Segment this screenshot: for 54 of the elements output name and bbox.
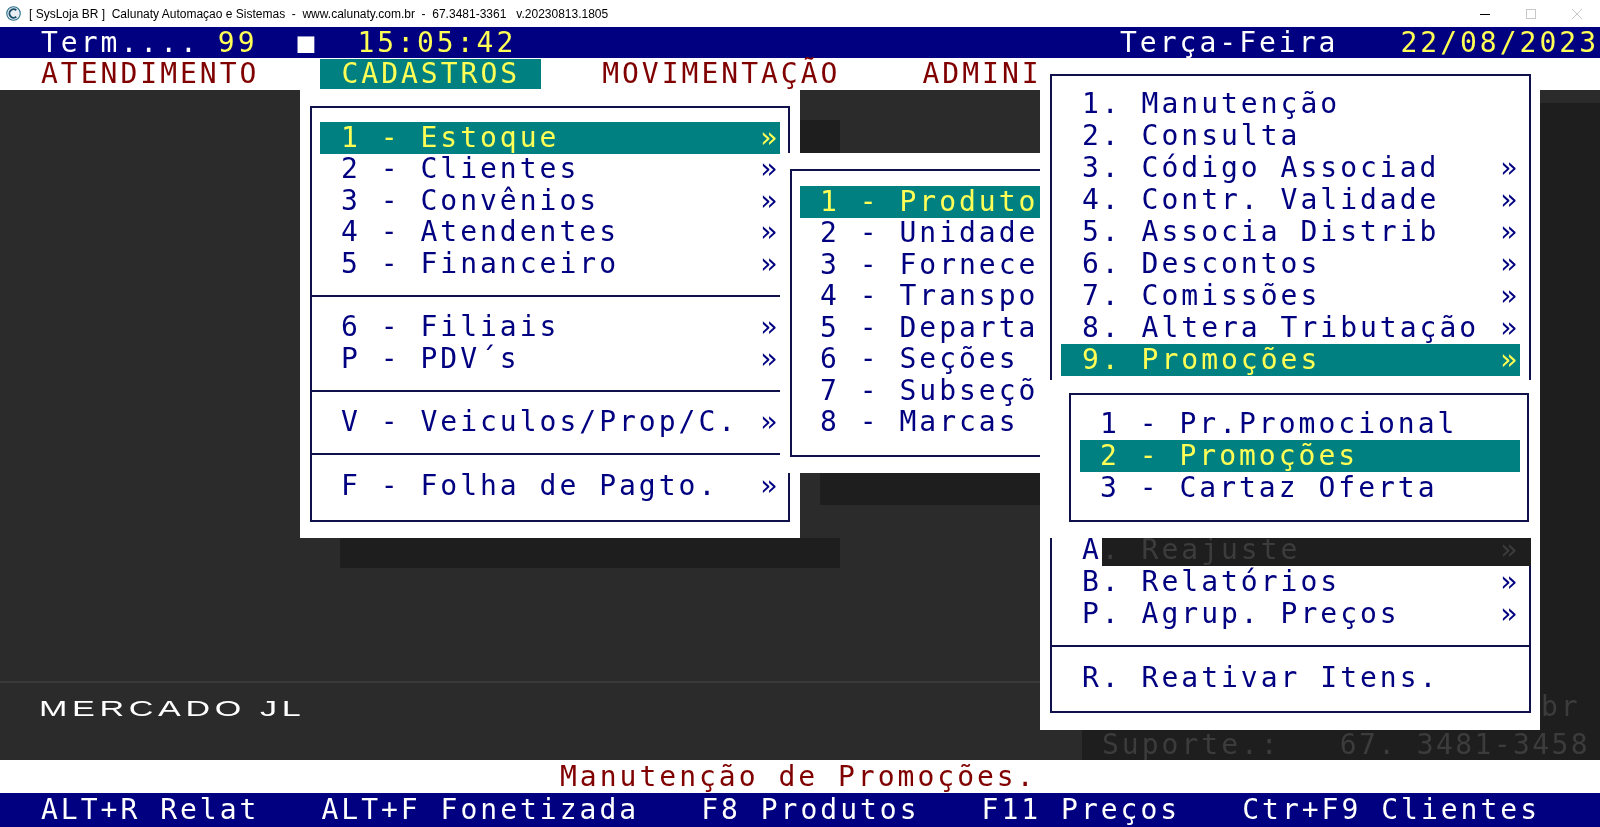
menu-shadow (800, 120, 840, 153)
menu-bar-item[interactable]: ATENDIMENTO (20, 59, 281, 89)
menu-bar-item[interactable]: ADMINI (901, 59, 1063, 89)
menu-item[interactable]: 1. Manutenção (1061, 88, 1520, 120)
weekday-label: Terça-Feira (1120, 26, 1339, 59)
status-indicator: ■ (297, 26, 318, 59)
menu-item[interactable]: V - Veiculos/Prop/C. » (320, 406, 780, 438)
close-icon (1572, 8, 1582, 19)
menu-item[interactable]: 3 - Fornece (800, 249, 1041, 281)
menu-item[interactable]: 2. Consulta (1061, 120, 1520, 152)
clock-time: 15:05:42 (357, 26, 517, 59)
menu-item[interactable]: 9. Promoções » (1061, 344, 1520, 376)
menu-item[interactable]: R. Reativar Itens. (1061, 662, 1520, 694)
shortcut-hint: ALT+F Fonetizada (321, 794, 640, 826)
date-label: 22/08/2023 (1400, 26, 1599, 59)
menu-item[interactable]: 3. Código Associad » (1061, 152, 1520, 184)
store-name: MERCADO JL (39, 696, 306, 722)
menu-item[interactable]: P - PDV´s » (320, 343, 780, 375)
menu-item[interactable]: 2 - Unidade (800, 217, 1041, 249)
menu-item[interactable]: 6 - Seções (800, 343, 1041, 375)
menu-item[interactable]: 5. Associa Distrib » (1061, 216, 1520, 248)
menu-item[interactable]: 8 - Marcas (800, 406, 1041, 438)
menu-item[interactable]: 1 - Pr.Promocional (1080, 408, 1520, 440)
app-logo-icon (6, 6, 21, 21)
menu-item[interactable]: B. Relatórios » (1061, 566, 1520, 598)
menu-item[interactable]: 2 - Clientes » (320, 153, 780, 185)
menu-item[interactable]: 7. Comissões » (1061, 280, 1520, 312)
maximize-icon (1526, 8, 1536, 19)
menu-item[interactable]: 7 - Subseçõ (800, 375, 1041, 407)
status-message: Manutenção de Promoções. (560, 760, 1037, 793)
menu-item[interactable]: 3 - Cartaz Oferta (1080, 472, 1520, 504)
menu-item[interactable]: 8. Altera Tributação » (1061, 312, 1520, 344)
menu-item[interactable]: 1 - Produto (800, 186, 1041, 218)
menu-item[interactable]: P. Agrup. Preços » (1061, 598, 1520, 630)
menu-item[interactable]: 4 - Transpo (800, 280, 1041, 312)
menu-bar-item[interactable]: CADASTROS (320, 59, 542, 89)
menu-item[interactable]: 4 - Atendentes » (320, 216, 780, 248)
shortcut-hint: Ctr+F9 Clientes (1242, 794, 1541, 826)
shortcut-hint: F11 Preços (981, 794, 1181, 826)
window-title: [ SysLoja BR ] Calunaty Automaçao e Sistemas - www.calunaty.com.br - 67.3481-3361 v.20230813.1805 (29, 5, 609, 23)
menu-bar-item[interactable]: MOVIMENTAÇÃO (581, 59, 862, 89)
shortcut-hint: ALT+R Relat (41, 794, 260, 826)
menu-item[interactable]: 5 - Financeiro » (320, 248, 780, 280)
menu-item[interactable]: 2 - Promoções (1080, 440, 1520, 472)
terminal-number: 99 (217, 26, 258, 59)
menu-item[interactable]: 4. Contr. Validade » (1061, 184, 1520, 216)
menu-item[interactable]: 6 - Filiais » (320, 311, 780, 343)
shortcut-hint: F8 Produtos (701, 794, 920, 826)
menu-item[interactable]: 6. Descontos » (1061, 248, 1520, 280)
menu-item[interactable]: 3 - Convênios » (320, 185, 780, 217)
menu-item[interactable]: 1 - Estoque » (320, 122, 780, 154)
menu-item[interactable]: 5 - Departa (800, 312, 1041, 344)
terminal-label: Term.... (41, 26, 200, 59)
menu-item[interactable]: F - Folha de Pagto. » (320, 470, 780, 502)
